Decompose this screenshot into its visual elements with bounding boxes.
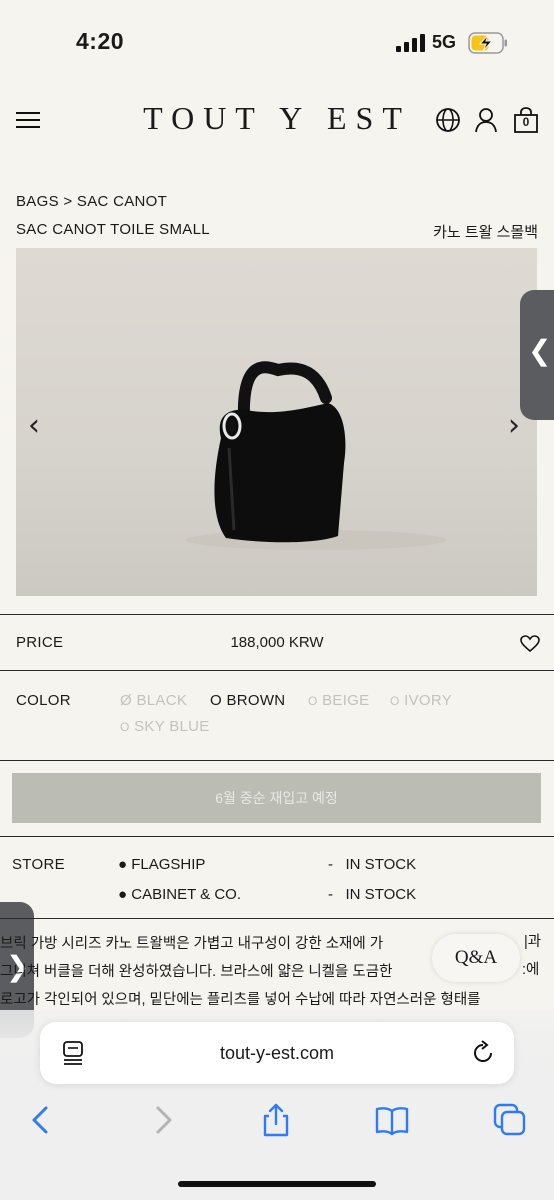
store-dash: - bbox=[328, 886, 333, 903]
store-row: ● CABINET & CO. bbox=[118, 886, 241, 903]
home-indicator bbox=[178, 1181, 376, 1187]
store-status-text: IN STOCK bbox=[345, 886, 417, 903]
store-label: STORE bbox=[12, 856, 65, 873]
option-name: SKY BLUE bbox=[134, 718, 210, 735]
reload-icon[interactable] bbox=[470, 1040, 496, 1066]
breadcrumb-separator: > bbox=[63, 193, 73, 210]
back-icon[interactable] bbox=[24, 1102, 60, 1138]
qa-button[interactable]: Q&A bbox=[432, 934, 520, 982]
color-option-beige[interactable]: O BEIGE bbox=[308, 692, 369, 709]
store-row: ● FLAGSHIP bbox=[118, 856, 205, 873]
option-mark: O bbox=[390, 694, 400, 708]
forward-icon[interactable] bbox=[144, 1102, 180, 1138]
divider bbox=[0, 760, 554, 761]
color-option-brown[interactable]: O BROWN bbox=[210, 692, 285, 709]
bullet-icon: ● bbox=[118, 886, 128, 903]
side-panel-handle-right[interactable]: ❮ bbox=[520, 290, 554, 420]
divider bbox=[0, 836, 554, 837]
store-name: CABINET & CO. bbox=[131, 886, 241, 903]
option-name: IVORY bbox=[404, 692, 453, 709]
color-option-ivory[interactable]: O IVORY bbox=[390, 692, 452, 709]
option-mark: Ø bbox=[120, 692, 132, 709]
globe-icon[interactable] bbox=[434, 106, 462, 134]
product-name-korean: 카노 트왈 스몰백 bbox=[433, 224, 538, 241]
breadcrumb: BAGS > SAC CANOT bbox=[16, 193, 167, 210]
store-name: FLAGSHIP bbox=[131, 856, 206, 873]
option-mark: O bbox=[308, 694, 318, 708]
cart-count: 0 bbox=[522, 115, 530, 129]
option-name: BEIGE bbox=[322, 692, 370, 709]
color-option-black[interactable]: Ø BLACK bbox=[120, 692, 187, 709]
breadcrumb-sub[interactable]: SAC CANOT bbox=[77, 193, 167, 210]
heart-icon[interactable] bbox=[520, 635, 540, 653]
brand-logo[interactable]: TOUT Y EST bbox=[0, 100, 554, 137]
store-status-text: IN STOCK bbox=[345, 856, 417, 873]
divider bbox=[0, 670, 554, 671]
option-mark: O bbox=[210, 692, 222, 709]
product-name: SAC CANOT TOILE SMALL bbox=[16, 221, 210, 238]
tabs-icon[interactable] bbox=[492, 1102, 528, 1138]
option-name: BROWN bbox=[226, 692, 286, 709]
store-status: - IN STOCK bbox=[328, 886, 416, 903]
network-type: 5G bbox=[432, 32, 457, 52]
store-status: - IN STOCK bbox=[328, 856, 416, 873]
divider bbox=[0, 918, 554, 919]
color-option-sky-blue[interactable]: O SKY BLUE bbox=[120, 718, 210, 735]
bag-illustration bbox=[186, 361, 446, 550]
option-name: BLACK bbox=[136, 692, 188, 709]
signal-icon bbox=[396, 34, 425, 52]
breadcrumb-category[interactable]: BAGS bbox=[16, 193, 59, 210]
price-value: 188,000 KRW bbox=[230, 634, 324, 651]
bookmarks-icon[interactable] bbox=[374, 1102, 410, 1138]
restock-notice-button[interactable]: 6월 중순 재입고 예정 bbox=[12, 773, 541, 823]
product-image[interactable] bbox=[16, 248, 537, 596]
next-image-arrow[interactable]: › bbox=[508, 408, 520, 443]
battery-charging-icon bbox=[468, 32, 507, 54]
chevron-left-icon: ❮ bbox=[528, 335, 552, 366]
bullet-icon: ● bbox=[118, 856, 128, 873]
divider bbox=[0, 614, 554, 615]
option-mark: O bbox=[120, 720, 130, 734]
description-tail: |과 bbox=[524, 934, 542, 950]
description-tail: :에 bbox=[522, 962, 540, 978]
status-time: 4:20 bbox=[76, 28, 125, 54]
color-label: COLOR bbox=[16, 692, 71, 709]
store-dash: - bbox=[328, 856, 333, 873]
account-icon[interactable] bbox=[472, 106, 500, 134]
share-icon[interactable] bbox=[258, 1102, 294, 1138]
prev-image-arrow[interactable]: ‹ bbox=[28, 408, 40, 443]
